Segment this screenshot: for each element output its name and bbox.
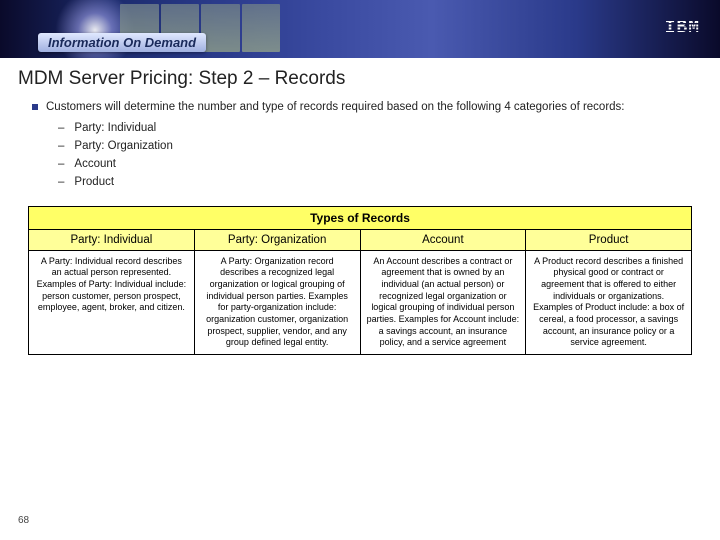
col-head-organization: Party: Organization bbox=[194, 229, 360, 250]
dash-icon: – bbox=[58, 140, 64, 152]
list-item: –Account bbox=[58, 158, 702, 170]
slide-body: MDM Server Pricing: Step 2 – Records Cus… bbox=[0, 58, 720, 355]
dash-icon: – bbox=[58, 122, 64, 134]
desc-account: An Account describes a contract or agree… bbox=[360, 250, 526, 355]
dash-icon: – bbox=[58, 158, 64, 170]
col-head-product: Product bbox=[526, 229, 692, 250]
table-header: Types of Records bbox=[29, 206, 692, 229]
page-number: 68 bbox=[18, 515, 29, 526]
list-item: –Product bbox=[58, 176, 702, 188]
records-table: Types of Records Party: Individual Party… bbox=[28, 206, 692, 356]
desc-organization: A Party: Organization record describes a… bbox=[194, 250, 360, 355]
list-item: –Party: Organization bbox=[58, 140, 702, 152]
dash-icon: – bbox=[58, 176, 64, 188]
desc-individual: A Party: Individual record describes an … bbox=[29, 250, 195, 355]
desc-product: A Product record describes a finished ph… bbox=[526, 250, 692, 355]
intro-text: Customers will determine the number and … bbox=[46, 100, 625, 116]
col-head-account: Account bbox=[360, 229, 526, 250]
banner: Information On Demand IBM bbox=[0, 0, 720, 58]
banner-tagline: Information On Demand bbox=[38, 33, 206, 52]
col-head-individual: Party: Individual bbox=[29, 229, 195, 250]
intro-bullet: Customers will determine the number and … bbox=[32, 100, 702, 116]
page-title: MDM Server Pricing: Step 2 – Records bbox=[18, 68, 702, 90]
list-item: –Party: Individual bbox=[58, 122, 702, 134]
square-bullet-icon bbox=[32, 104, 38, 110]
ibm-logo: IBM bbox=[665, 18, 700, 38]
